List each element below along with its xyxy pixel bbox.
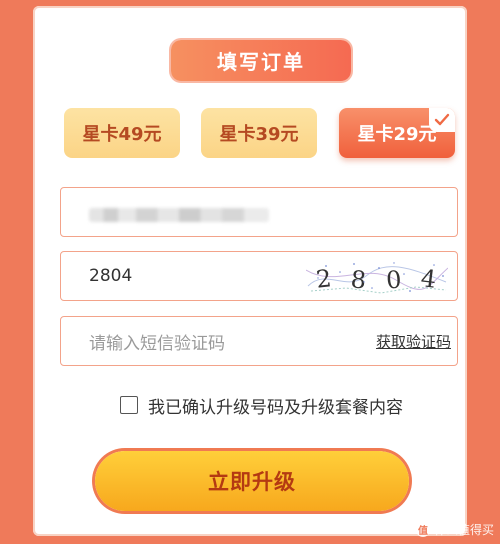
- watermark-text: 什么值得买: [433, 523, 494, 537]
- plan-option-label: 星卡39元: [219, 124, 299, 145]
- get-sms-code-link[interactable]: 获取验证码: [376, 317, 451, 365]
- redacted-phone-number: [89, 208, 269, 222]
- plan-option-39[interactable]: 星卡39元: [201, 108, 317, 158]
- watermark-logo-icon: 值: [415, 522, 430, 537]
- captcha-field[interactable]: 2804 2 8 0 4: [60, 251, 458, 301]
- plan-option-label: 星卡49元: [82, 124, 162, 145]
- captcha-input-value: 2804: [89, 266, 133, 286]
- site-watermark: 值 什么值得买: [415, 521, 494, 538]
- sms-code-field[interactable]: 请输入短信验证码 获取验证码: [60, 316, 458, 366]
- page-title-text: 填写订单: [217, 50, 305, 74]
- captcha-char: 2: [315, 264, 333, 293]
- agreement-checkbox[interactable]: [120, 396, 138, 414]
- upgrade-button[interactable]: 立即升级: [95, 451, 409, 511]
- checkmark-icon: [429, 108, 455, 132]
- plan-option-49[interactable]: 星卡49元: [64, 108, 180, 158]
- sms-code-placeholder: 请输入短信验证码: [89, 333, 225, 354]
- captcha-char: 0: [385, 266, 402, 295]
- phone-field[interactable]: [60, 187, 458, 237]
- agreement-label: 我已确认升级号码及升级套餐内容: [148, 397, 403, 418]
- plan-option-29[interactable]: 星卡29元: [339, 108, 455, 158]
- page-title: 填写订单: [171, 40, 351, 81]
- agreement-row: 我已确认升级号码及升级套餐内容: [120, 393, 403, 418]
- captcha-image[interactable]: 2 8 0 4: [306, 258, 448, 296]
- captcha-char: 8: [350, 265, 368, 294]
- upgrade-button-label: 立即升级: [208, 470, 296, 494]
- plan-option-label: 星卡29元: [357, 124, 437, 145]
